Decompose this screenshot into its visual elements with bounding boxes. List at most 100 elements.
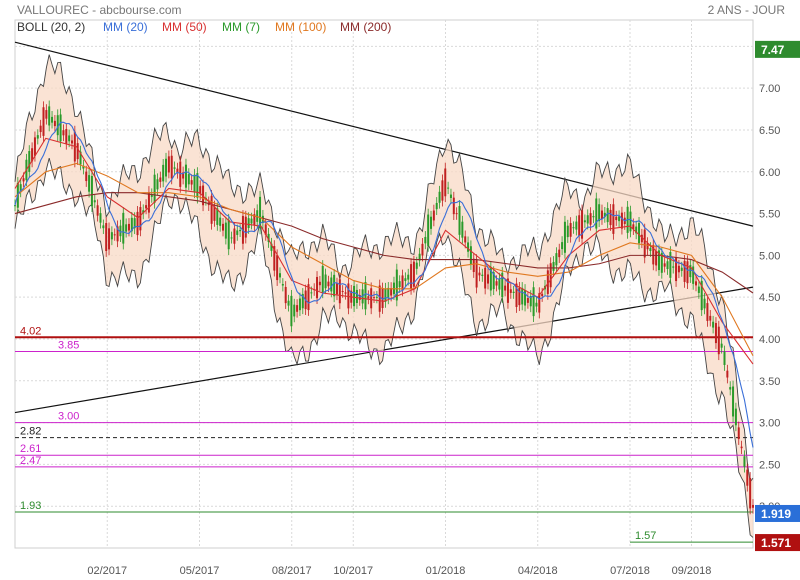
candle-body: [193, 174, 196, 193]
candle-body: [561, 242, 564, 250]
candle-body: [504, 285, 507, 291]
x-tick-label: 10/2017: [333, 565, 373, 577]
candle-body: [113, 234, 116, 236]
candle-body: [90, 176, 93, 207]
candle-body: [316, 276, 319, 299]
y-tick-label: 4.50: [759, 292, 780, 304]
candle-body: [683, 260, 686, 282]
candle-body: [714, 323, 717, 344]
candle-body: [284, 286, 287, 304]
candle-body: [484, 267, 487, 289]
candle-body: [153, 174, 156, 203]
price-marker-label: 1.919: [761, 507, 791, 521]
candle-body: [239, 229, 242, 232]
candle-body: [469, 246, 472, 265]
candle-body: [213, 206, 216, 221]
candle-body: [541, 293, 544, 297]
candle-body: [606, 208, 609, 223]
candle-body: [526, 298, 529, 303]
candle-body: [732, 386, 735, 417]
candle-body: [430, 216, 433, 229]
candle-body: [102, 225, 105, 229]
candle-body: [720, 343, 723, 348]
candle-body: [666, 261, 669, 270]
indicator-legend-item: BOLL (20, 2): [17, 20, 85, 34]
candle-body: [575, 221, 578, 230]
chart-range: 2 ANS - JOUR: [708, 3, 786, 17]
candle-body: [387, 287, 390, 299]
candle-body: [583, 220, 586, 223]
x-tick-label: 04/2018: [518, 565, 558, 577]
candle-body: [532, 287, 535, 317]
candle-body: [706, 303, 709, 321]
candle-body: [697, 286, 700, 293]
candle-body: [281, 283, 284, 286]
candle-body: [321, 265, 324, 293]
candle-body: [48, 106, 51, 126]
candle-body: [717, 326, 720, 355]
candle-body: [170, 155, 173, 179]
candle-body: [669, 252, 672, 278]
candle-body: [404, 278, 407, 281]
candle-body: [127, 223, 130, 231]
y-tick-label: 6.50: [759, 125, 780, 137]
candle-body: [105, 223, 108, 252]
candle-body: [441, 180, 444, 201]
chart-svg: 4.023.853.002.822.612.471.931.57 7.507.0…: [14, 3, 800, 577]
candle-body: [293, 304, 296, 317]
candle-body: [219, 217, 222, 226]
candle-body: [298, 298, 301, 311]
candle-body: [737, 427, 740, 440]
candle-body: [598, 204, 601, 222]
candle-body: [569, 223, 572, 237]
candle-body: [555, 253, 558, 266]
candle-body: [70, 140, 73, 144]
candle-body: [586, 215, 589, 224]
candle-body: [110, 232, 113, 240]
candle-body: [384, 288, 387, 302]
candle-body: [563, 221, 566, 253]
candle-body: [435, 202, 438, 210]
price-marker-label: 7.47: [761, 43, 785, 57]
y-tick-label: 5.50: [759, 209, 780, 221]
candle-body: [578, 215, 581, 237]
candle-body: [740, 446, 743, 449]
y-tick-label: 5.00: [759, 250, 780, 262]
candle-body: [22, 178, 25, 182]
indicator-legend-item: MM (100): [275, 20, 326, 34]
candle-body: [355, 289, 358, 303]
candle-body: [726, 370, 729, 378]
candle-body: [752, 504, 754, 508]
candle-body: [487, 274, 490, 284]
candle-body: [455, 213, 458, 215]
candle-body: [227, 219, 230, 250]
level-label: 1.57: [635, 530, 656, 542]
candle-body: [612, 204, 615, 234]
candle-body: [620, 212, 623, 229]
candle-body: [53, 120, 56, 127]
candle-body: [464, 236, 467, 243]
indicator-legend-item: MM (50): [162, 20, 207, 34]
candle-body: [353, 285, 356, 307]
candle-body: [375, 296, 378, 298]
candle-body: [136, 211, 139, 236]
candle-body: [335, 283, 338, 295]
level-label: 4.02: [20, 325, 41, 337]
candle-body: [210, 195, 213, 224]
candle-body: [39, 125, 42, 133]
candle-body: [609, 209, 612, 226]
candle-body: [165, 158, 168, 177]
candle-body: [749, 477, 752, 509]
candle-body: [45, 110, 48, 119]
y-tick-label: 6.00: [759, 167, 780, 179]
candle-body: [310, 292, 313, 294]
candle-body: [552, 261, 555, 271]
candle-body: [695, 281, 698, 286]
candle-body: [663, 263, 666, 267]
indicator-legend-item: MM (20): [103, 20, 148, 34]
candle-body: [427, 214, 430, 246]
candle-body: [743, 456, 746, 467]
candle-body: [629, 211, 632, 232]
candle-body: [324, 274, 327, 289]
candle-body: [287, 300, 290, 306]
